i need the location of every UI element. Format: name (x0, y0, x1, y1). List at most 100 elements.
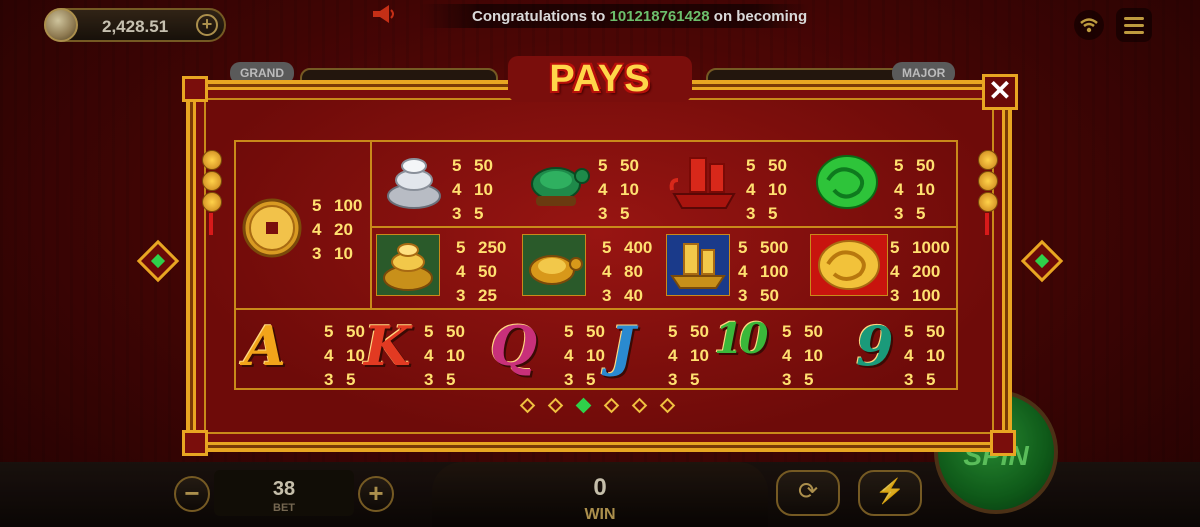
pay-count: 5 (890, 238, 900, 257)
pay-amount: 1000 (912, 238, 950, 257)
pay-amount: 5 (916, 204, 926, 223)
pay-count: 4 (324, 346, 334, 365)
pay-values: 5 50 4 10 3 5 (668, 320, 709, 392)
pay-count: 5 (424, 322, 434, 341)
pay-values: 5 50 4 10 35 (894, 154, 935, 226)
paytable-cell: 5 1000 4 200 3 100 (810, 226, 950, 305)
pay-count: 5 (746, 156, 756, 175)
paytable-cell: K 5 50 4 10 3 5 (364, 310, 504, 389)
pay-values: 5 50 4 10 3 5 (324, 320, 365, 392)
gold-turtle-icon (522, 234, 586, 296)
pay-count: 3 (324, 370, 334, 389)
pay-count: 3 (312, 244, 322, 263)
pay-count: 4 (746, 180, 756, 199)
coin-tassel-icon (202, 150, 222, 235)
pay-count: 4 (424, 346, 434, 365)
pay-amount: 10 (916, 180, 935, 199)
letter-k-icon: K (364, 314, 411, 378)
close-button[interactable]: ✕ (982, 74, 1018, 110)
pay-values: 5 250 4 50 3 25 (456, 236, 506, 308)
pay-amount: 80 (624, 262, 643, 281)
pay-values: 5 50 4 10 3 5 (564, 320, 605, 392)
pay-amount: 400 (624, 238, 653, 257)
pay-count: 4 (564, 346, 574, 365)
pay-count: 5 (598, 156, 608, 175)
silver-ingot-icon (387, 158, 441, 209)
coin-icon (242, 198, 302, 258)
pay-count: 3 (668, 370, 678, 389)
paytable-title: PAYS (508, 56, 692, 102)
paytable-cell: 5 250 4 50 3 25 (376, 226, 516, 305)
red-ship-icon (669, 157, 736, 209)
number-9-icon: 9 (856, 314, 894, 378)
pay-amount: 50 (926, 322, 945, 341)
gold-ingot-icon (376, 234, 440, 296)
pay-amount: 50 (804, 322, 823, 341)
pay-values: 5 400 4 80 3 40 (602, 236, 652, 308)
paytable-cell: 5 500 4 100 3 50 (666, 226, 806, 305)
pay-amount: 200 (912, 262, 941, 281)
paytable-cell: A 5 50 4 10 3 5 (244, 310, 384, 389)
pay-count: 4 (738, 262, 748, 281)
pay-amount: 50 (586, 322, 605, 341)
jade-dragon-icon (816, 155, 878, 209)
pay-count: 4 (602, 262, 612, 281)
pay-amount: 10 (334, 244, 353, 263)
frame-corner-ornament (182, 76, 208, 102)
pay-count: 3 (782, 370, 792, 389)
pay-count: 4 (668, 346, 678, 365)
pay-values: 5 1000 4 200 3 100 (890, 236, 950, 308)
pay-values: 5 50 4 10 35 (598, 154, 639, 226)
frame-corner-ornament (990, 430, 1016, 456)
pay-amount: 10 (346, 346, 365, 365)
pay-amount: 50 (478, 262, 497, 281)
pay-count: 5 (456, 238, 466, 257)
pay-amount: 10 (690, 346, 709, 365)
pay-values: 5 100 4 20 3 10 (312, 194, 362, 266)
pay-count: 5 (312, 196, 322, 215)
paytable-cell: 5 400 4 80 3 40 (522, 226, 662, 305)
pay-amount: 50 (346, 322, 365, 341)
frame-corner-ornament (182, 430, 208, 456)
pay-amount: 10 (446, 346, 465, 365)
pay-count: 3 (894, 204, 904, 223)
pay-count: 4 (598, 180, 608, 199)
pay-values: 5 50 4 10 3 5 (904, 320, 945, 392)
pay-amount: 5 (446, 370, 456, 389)
pay-count: 5 (452, 156, 462, 175)
pay-count: 3 (904, 370, 914, 389)
paytable-cell: 10 5 50 4 10 3 5 (714, 310, 854, 389)
paytable-cell-wild: 5 100 4 20 3 10 (240, 190, 380, 266)
pay-count: 4 (782, 346, 792, 365)
number-10-icon: 10 (714, 314, 768, 363)
green-turtle-icon (531, 167, 590, 206)
pay-count: 3 (424, 370, 434, 389)
pay-values: 5 50 4 10 3 5 (424, 320, 465, 392)
pay-amount: 50 (768, 156, 787, 175)
pay-count: 3 (738, 286, 748, 305)
pay-amount: 50 (446, 322, 465, 341)
pay-amount: 50 (916, 156, 935, 175)
pay-amount: 5 (926, 370, 936, 389)
pay-count: 3 (452, 204, 462, 223)
pay-count: 4 (894, 180, 904, 199)
gold-ship-icon (666, 234, 730, 296)
pay-count: 5 (782, 322, 792, 341)
paytable-cell: 5 50 4 10 35 (526, 144, 666, 223)
pay-amount: 500 (760, 238, 789, 257)
coin-tassel-icon (978, 150, 998, 235)
pay-amount: 10 (768, 180, 787, 199)
pay-count: 5 (894, 156, 904, 175)
pay-amount: 25 (478, 286, 497, 305)
pay-amount: 10 (474, 180, 493, 199)
pay-count: 3 (890, 286, 900, 305)
pay-amount: 20 (334, 220, 353, 239)
pay-amount: 100 (760, 262, 789, 281)
pay-count: 5 (564, 322, 574, 341)
gold-dragon-icon (810, 234, 888, 296)
pay-amount: 10 (926, 346, 945, 365)
pay-count: 5 (738, 238, 748, 257)
pay-amount: 50 (690, 322, 709, 341)
pay-count: 3 (746, 204, 756, 223)
pay-amount: 10 (804, 346, 823, 365)
